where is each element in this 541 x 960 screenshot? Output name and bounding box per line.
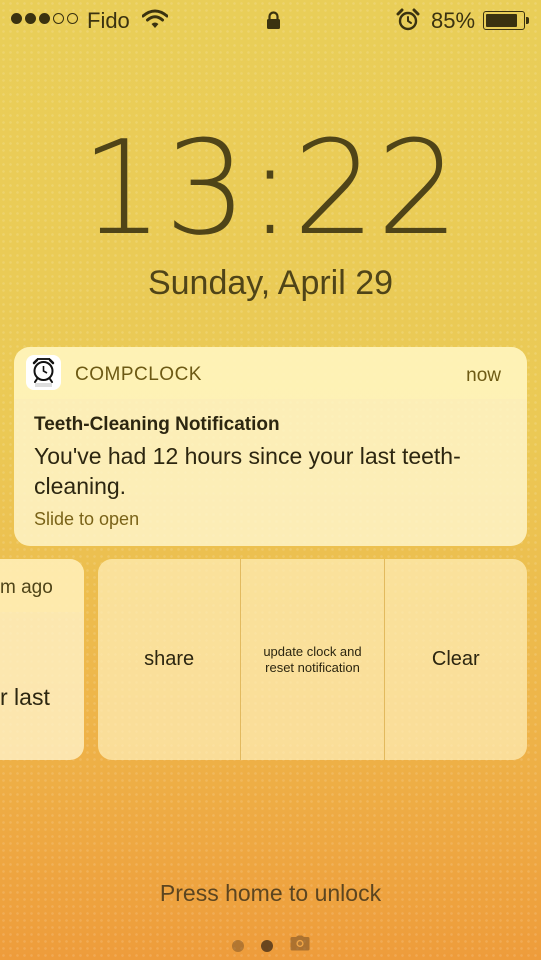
- page-indicator[interactable]: [0, 935, 541, 956]
- lock-screen-time: 13:22: [80, 112, 461, 264]
- signal-dot: [11, 13, 22, 24]
- update-clock-button[interactable]: update clock and reset notification: [241, 559, 385, 760]
- lock-icon: [266, 10, 281, 36]
- status-bar: Fido 85%: [0, 0, 541, 40]
- notification-body: You've had 12 hours since your last teet…: [34, 443, 461, 499]
- alarm-clock-icon: [396, 8, 420, 38]
- share-button[interactable]: share: [98, 559, 242, 760]
- signal-dot: [67, 13, 78, 24]
- lock-screen-date: Sunday, April 29: [147, 264, 394, 302]
- slide-to-open-hint: Slide to open: [34, 509, 140, 529]
- notification-time: now: [466, 365, 501, 386]
- notification-app-name: COMPCLOCK: [75, 364, 202, 385]
- battery-percent: 85%: [431, 8, 476, 33]
- update-clock-button-label: update clock and reset notification: [263, 643, 362, 675]
- clear-button[interactable]: Clear: [385, 559, 527, 760]
- clear-button-label: Clear: [431, 648, 480, 670]
- signal-strength-indicator: [11, 13, 78, 24]
- camera-icon[interactable]: [290, 935, 310, 956]
- wifi-icon: [141, 9, 169, 35]
- swiped-notification-time: m ago: [0, 577, 53, 598]
- notification-title: Teeth-Cleaning Notification: [34, 414, 280, 435]
- share-button-label: share: [144, 648, 195, 670]
- page-dot-active[interactable]: [260, 939, 273, 952]
- swiped-notification-card[interactable]: m ago r last: [0, 559, 84, 760]
- notification-header: COMPCLOCK now: [14, 347, 527, 399]
- unlock-hint: Press home to unlock: [159, 880, 382, 906]
- notification-actions: share update clock and reset notificatio…: [98, 559, 527, 760]
- signal-dot: [53, 13, 64, 24]
- compclock-app-icon: [26, 355, 61, 390]
- notification-card[interactable]: COMPCLOCK now Teeth-Cleaning Notificatio…: [14, 347, 527, 546]
- battery-level-fill: [486, 14, 517, 27]
- page-dot[interactable]: [231, 939, 244, 952]
- swiped-notification-body: r last: [0, 684, 50, 710]
- signal-dot: [25, 13, 36, 24]
- signal-dot: [39, 13, 50, 24]
- carrier-name: Fido: [87, 8, 130, 33]
- battery-icon: [483, 11, 529, 30]
